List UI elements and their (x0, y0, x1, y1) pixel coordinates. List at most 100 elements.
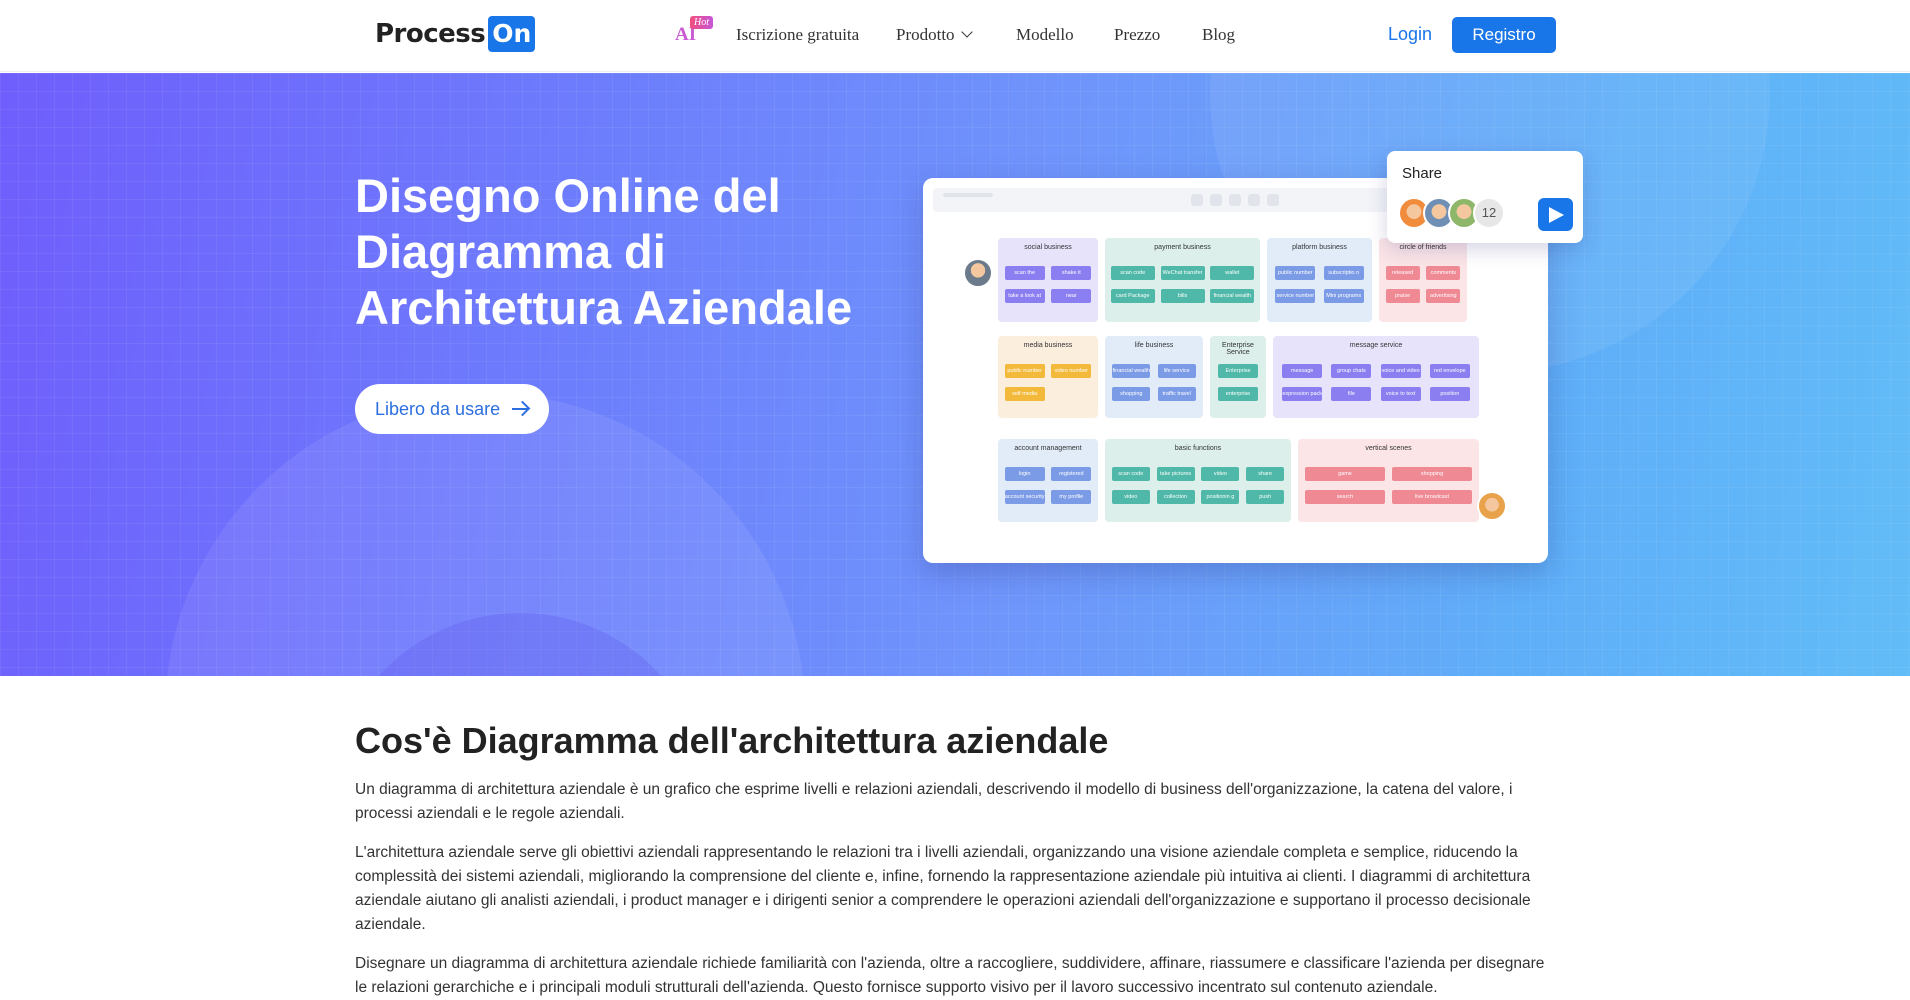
diagram-node: shopping (1112, 387, 1151, 401)
preview-toolbar-line (943, 193, 993, 197)
diagram-node: WeChat transfer (1160, 266, 1205, 280)
diagram-group: message service message group chats voice a… (1273, 336, 1479, 418)
paragraph: Un diagramma di architettura aziendale è… (355, 781, 1513, 822)
nav-link-signup[interactable]: Iscrizione gratuita (736, 25, 859, 45)
share-popover: Share 12 (1387, 151, 1583, 243)
diagram-group-title: message service (1349, 342, 1403, 349)
collaborator-avatar (963, 258, 993, 288)
free-to-use-label: Libero da usare (375, 398, 501, 419)
diagram-node: file (1331, 387, 1372, 401)
diagram-node: scan code payment (1110, 266, 1155, 280)
diagram-group: platform business public number subscripti… (1267, 238, 1372, 322)
diagram-node: scan the (1004, 266, 1045, 280)
toolbar-button (1191, 194, 1203, 206)
diagram-group-title: vertical scenes (1365, 445, 1412, 452)
diagram-node: shopping (1392, 467, 1472, 481)
diagram-node: bills (1160, 289, 1205, 303)
login-link[interactable]: Login (1388, 24, 1432, 45)
diagram-node: subscriptio n number (1323, 266, 1364, 280)
diagram-node: praise (1385, 289, 1420, 303)
diagram-node: video (1111, 490, 1150, 504)
diagram-group: media business public number video number s… (998, 336, 1098, 418)
diagram-node: public number (1004, 364, 1045, 378)
register-button[interactable]: Registro (1452, 17, 1556, 53)
arrow-right-icon (512, 408, 529, 410)
toolbar-button (1210, 194, 1222, 206)
diagram-node: Mini programs (1323, 289, 1364, 303)
hero-title: Disegno Online del Diagramma di Architet… (355, 169, 853, 334)
diagram-group: life business financial wealth life servic… (1105, 336, 1203, 418)
diagram-group: vertical scenes game shopping search live br… (1298, 439, 1479, 522)
diagram-node: search (1305, 490, 1385, 504)
hot-badge: Hot (690, 16, 713, 29)
diagram-node: advertising (1426, 289, 1461, 303)
paragraph: L'architettura aziendale serve gli obiet… (355, 844, 1531, 933)
diagram-group-title: media business (1023, 342, 1073, 349)
diagram-node: video (1201, 467, 1240, 481)
diagram-node: financial wealth (1210, 289, 1255, 303)
diagram-node: login (1004, 467, 1045, 481)
nav-link-templates[interactable]: Modello (1016, 25, 1074, 45)
section-heading: Cos'è Diagramma dell'architettura aziend… (355, 720, 1109, 761)
paragraph: Disegnare un diagramma di architettura a… (355, 955, 1545, 996)
diagram-group-title: life business (1134, 342, 1174, 349)
nav-link-pricing[interactable]: Prezzo (1114, 25, 1160, 45)
diagram-node: group chats (1331, 364, 1372, 378)
diagram-group-title: account management (1014, 445, 1082, 452)
send-icon[interactable] (1538, 198, 1573, 231)
diagram-node: voice to text (1380, 387, 1421, 401)
shared-user-count: 12 (1473, 197, 1505, 229)
diagram-node: released (1385, 266, 1420, 280)
diagram-node: live broadcast (1392, 490, 1472, 504)
diagram-node: financial wealth (1112, 364, 1151, 378)
chevron-down-icon (960, 26, 973, 38)
diagram-node: registered (1051, 467, 1092, 481)
diagram-node: share (1246, 467, 1285, 481)
diagram-group: social business scan the shake it take a lo… (998, 238, 1098, 322)
diagram-node: near (1051, 289, 1092, 303)
share-title: Share (1402, 165, 1443, 182)
diagram-node: wallet (1210, 266, 1255, 280)
diagram-group: basic functions scan code take pictures vid… (1105, 439, 1291, 522)
free-to-use-button[interactable]: Libero da usare (355, 384, 549, 434)
diagram-node: enterprise number (1218, 387, 1258, 401)
diagram-node: game (1305, 467, 1385, 481)
diagram-node: service number (1275, 289, 1316, 303)
diagram-node: life service (1157, 364, 1196, 378)
diagram-node: push (1246, 490, 1285, 504)
diagram-node: expression pack (1282, 387, 1323, 401)
nav-link-product[interactable]: Prodotto (896, 25, 973, 45)
diagram-group: account management login registered account… (998, 439, 1098, 522)
diagram-group-title: Enterprise Service (1222, 342, 1254, 356)
diagram-node: message (1282, 364, 1323, 378)
diagram-node: scan code (1111, 467, 1150, 481)
diagram-node: video number (1051, 364, 1092, 378)
diagram-group-title: platform business (1292, 244, 1347, 251)
diagram-node: public number (1275, 266, 1316, 280)
diagram-node: voice and video (1380, 364, 1421, 378)
diagram-group: circle of friends released comments praise a… (1379, 238, 1467, 322)
diagram-group-title: basic functions (1174, 445, 1222, 452)
diagram-node: take pictures (1156, 467, 1195, 481)
article-section: Cos'è Diagramma dell'architettura aziend… (355, 720, 1555, 1000)
diagram-node: collection (1156, 490, 1195, 504)
nav-link-product-label: Prodotto (896, 25, 955, 44)
diagram-group: payment business scan code payment WeChat … (1105, 238, 1260, 322)
diagram-node: account security (1004, 490, 1045, 504)
diagram-node: take a look at (1004, 289, 1045, 303)
diagram-node: Enterprise WeChat (1218, 364, 1258, 378)
diagram-node: shake it (1051, 266, 1092, 280)
processon-logo[interactable]: Process On (375, 16, 536, 52)
diagram-node: self media (1004, 387, 1045, 401)
collaborator-avatar (1477, 491, 1507, 521)
toolbar-button (1229, 194, 1241, 206)
diagram-node: card Package (1110, 289, 1155, 303)
logo-box: On (488, 16, 536, 52)
nav-link-blog[interactable]: Blog (1202, 25, 1235, 45)
toolbar-button (1267, 194, 1279, 206)
logo-text: Process (375, 19, 486, 49)
diagram-node: red envelope (1429, 364, 1470, 378)
diagram-group: Enterprise Service Enterprise WeChat enter… (1210, 336, 1266, 418)
diagram-node: my profile (1051, 490, 1092, 504)
diagram-group-title: payment business (1154, 244, 1211, 251)
